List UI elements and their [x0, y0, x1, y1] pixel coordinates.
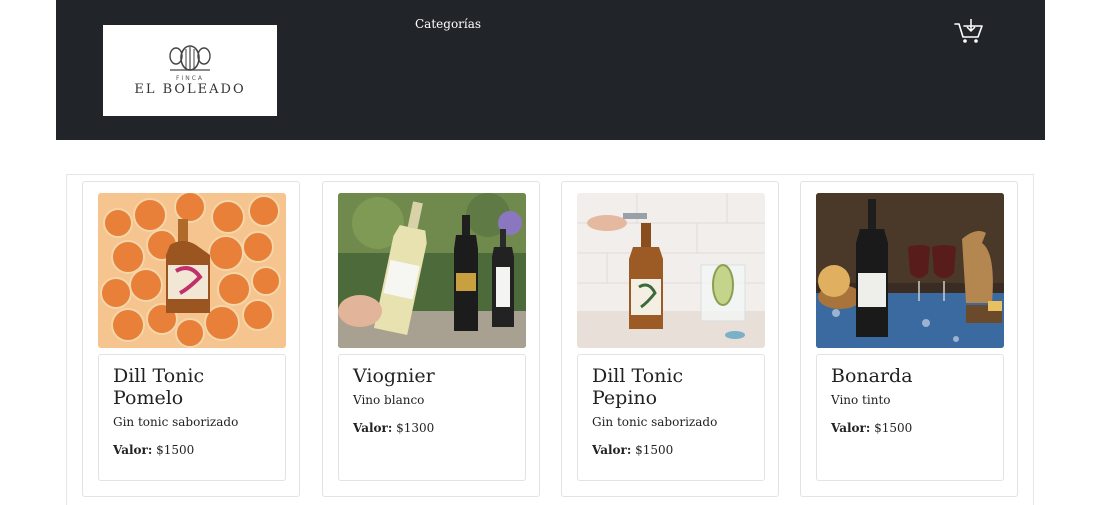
product-card-body: Bonarda Vino tinto Valor: $1500 — [816, 354, 1004, 481]
product-price: Valor: $1500 — [113, 443, 271, 457]
price-value: $1500 — [874, 421, 913, 435]
price-label: Valor: — [353, 421, 393, 435]
product-image[interactable] — [338, 193, 526, 348]
product-card-body: Dill Tonic Pomelo Gin tonic saborizado V… — [98, 354, 286, 481]
price-value: $1500 — [635, 443, 674, 457]
product-price: Valor: $1300 — [353, 421, 511, 435]
product-card[interactable]: Dill Tonic Pomelo Gin tonic saborizado V… — [82, 181, 300, 497]
product-name[interactable]: Dill Tonic Pomelo — [113, 365, 271, 409]
brand-logo[interactable]: FINCA EL BOLEADO — [103, 25, 277, 116]
logo-small-text: FINCA — [175, 75, 204, 82]
product-image[interactable] — [816, 193, 1004, 348]
logo-brand-text: EL BOLEADO — [134, 82, 246, 97]
cactus-logo-icon — [169, 45, 211, 71]
price-label: Valor: — [113, 443, 153, 457]
product-price: Valor: $1500 — [592, 443, 750, 457]
product-name[interactable]: Dill Tonic Pepino — [592, 365, 750, 409]
product-category: Gin tonic saborizado — [592, 415, 718, 429]
product-card[interactable]: Bonarda Vino tinto Valor: $1500 — [800, 181, 1018, 497]
product-card[interactable]: Viognier Vino blanco Valor: $1300 — [322, 181, 540, 497]
product-image[interactable] — [98, 193, 286, 348]
price-value: $1500 — [156, 443, 195, 457]
product-category: Gin tonic saborizado — [113, 415, 239, 429]
product-card[interactable]: Dill Tonic Pepino Gin tonic saborizado V… — [561, 181, 779, 497]
shopping-cart-icon[interactable] — [954, 18, 984, 44]
product-grid: Dill Tonic Pomelo Gin tonic saborizado V… — [66, 174, 1034, 505]
product-card-body: Viognier Vino blanco Valor: $1300 — [338, 354, 526, 481]
product-category: Vino tinto — [831, 393, 891, 407]
product-card-body: Dill Tonic Pepino Gin tonic saborizado V… — [577, 354, 765, 481]
price-value: $1300 — [396, 421, 435, 435]
nav-categorias-link[interactable]: Categorías — [415, 17, 481, 31]
product-name[interactable]: Viognier — [353, 365, 511, 387]
product-price: Valor: $1500 — [831, 421, 989, 435]
product-category: Vino blanco — [353, 393, 425, 407]
site-header: FINCA EL BOLEADO Categorías — [56, 0, 1045, 140]
price-label: Valor: — [831, 421, 871, 435]
price-label: Valor: — [592, 443, 632, 457]
product-image[interactable] — [577, 193, 765, 348]
product-name[interactable]: Bonarda — [831, 365, 989, 387]
